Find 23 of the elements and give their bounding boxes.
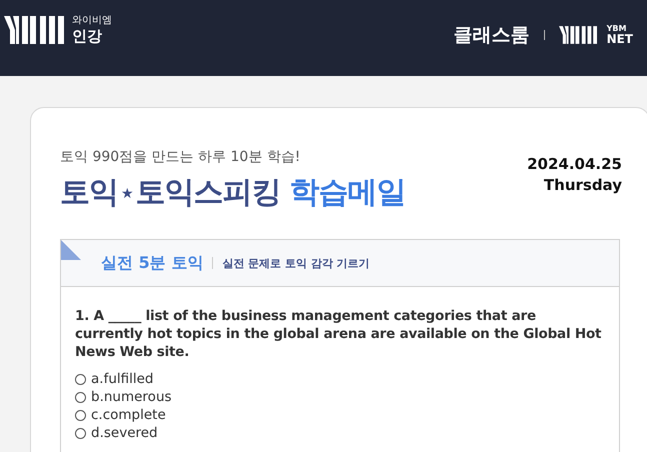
- option-label[interactable]: b.numerous: [91, 389, 172, 405]
- radio-button[interactable]: [75, 374, 86, 384]
- brand-name: 인강: [72, 27, 103, 45]
- net-caption: YBM: [606, 24, 628, 33]
- mail-date: 2024.04.25: [527, 154, 622, 175]
- section-subtitle: 실전 문제로 토익 감각 기르기: [222, 256, 370, 270]
- radio-button[interactable]: [75, 410, 86, 420]
- classroom-link[interactable]: 클래스룸: [454, 22, 530, 48]
- question-text: 1. A _____ list of the business management categories that are currently hot topics in the global arena are available on the Global Hot News Web site.: [75, 307, 602, 361]
- mail-weekday: Thursday: [542, 175, 622, 196]
- brand-caption: 와이비엠: [72, 14, 112, 27]
- option-label[interactable]: a.fulfilled: [91, 371, 154, 387]
- option-label[interactable]: d.severed: [91, 425, 158, 441]
- radio-button[interactable]: [75, 428, 86, 438]
- mail-title: 토익★토익스피킹 학습메일: [60, 174, 406, 212]
- radio-button[interactable]: [75, 392, 86, 402]
- net-name: NET: [606, 33, 633, 46]
- section-title: 실전 5분 토익: [101, 252, 204, 274]
- corner-fold-icon: [61, 240, 81, 260]
- logo-icon[interactable]: [4, 16, 64, 44]
- logo-icon[interactable]: [558, 26, 597, 44]
- mail-subtitle: 토익 990점을 만드는 하루 10분 학습!: [60, 148, 302, 166]
- option-label[interactable]: c.complete: [91, 407, 166, 423]
